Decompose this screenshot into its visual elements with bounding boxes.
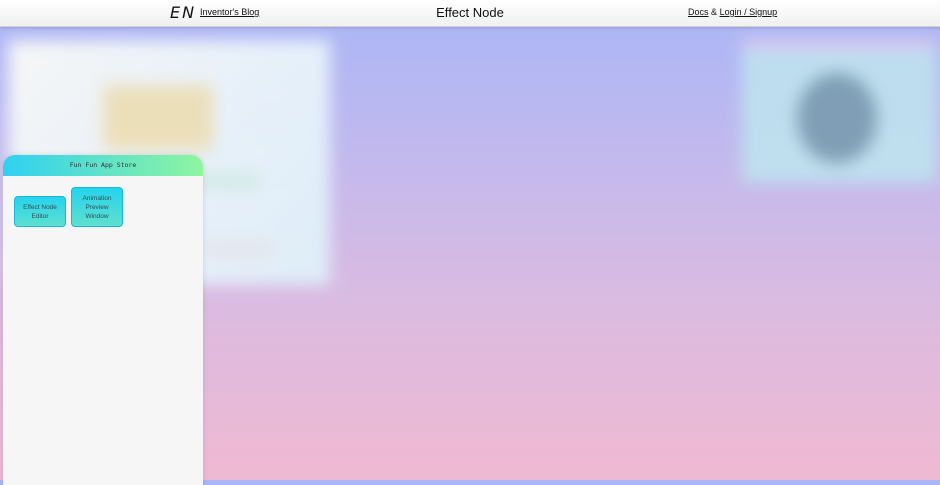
app-store-titlebar[interactable]: Fun Fun App Store (3, 155, 203, 176)
top-nav-bar: EN Inventor's Blog Effect Node Docs & Lo… (0, 0, 940, 27)
animation-preview-window-button[interactable]: Animation Preview Window (71, 187, 123, 227)
app-store-window: Fun Fun App Store Effect Node Editor Ani… (3, 155, 203, 485)
blurred-preview-window (742, 38, 937, 183)
login-signup-link[interactable]: Login / Signup (720, 7, 778, 17)
account-links: Docs & Login / Signup (688, 7, 777, 17)
effect-node-editor-button[interactable]: Effect Node Editor (14, 196, 66, 227)
blurred-panel (103, 85, 213, 150)
blurred-titlebar (742, 38, 937, 50)
page-title: Effect Node (436, 5, 504, 20)
ampersand-separator: & (711, 7, 718, 17)
docs-link[interactable]: Docs (688, 7, 709, 17)
blurred-panel (203, 240, 273, 258)
blurred-preview-shape (797, 73, 877, 163)
